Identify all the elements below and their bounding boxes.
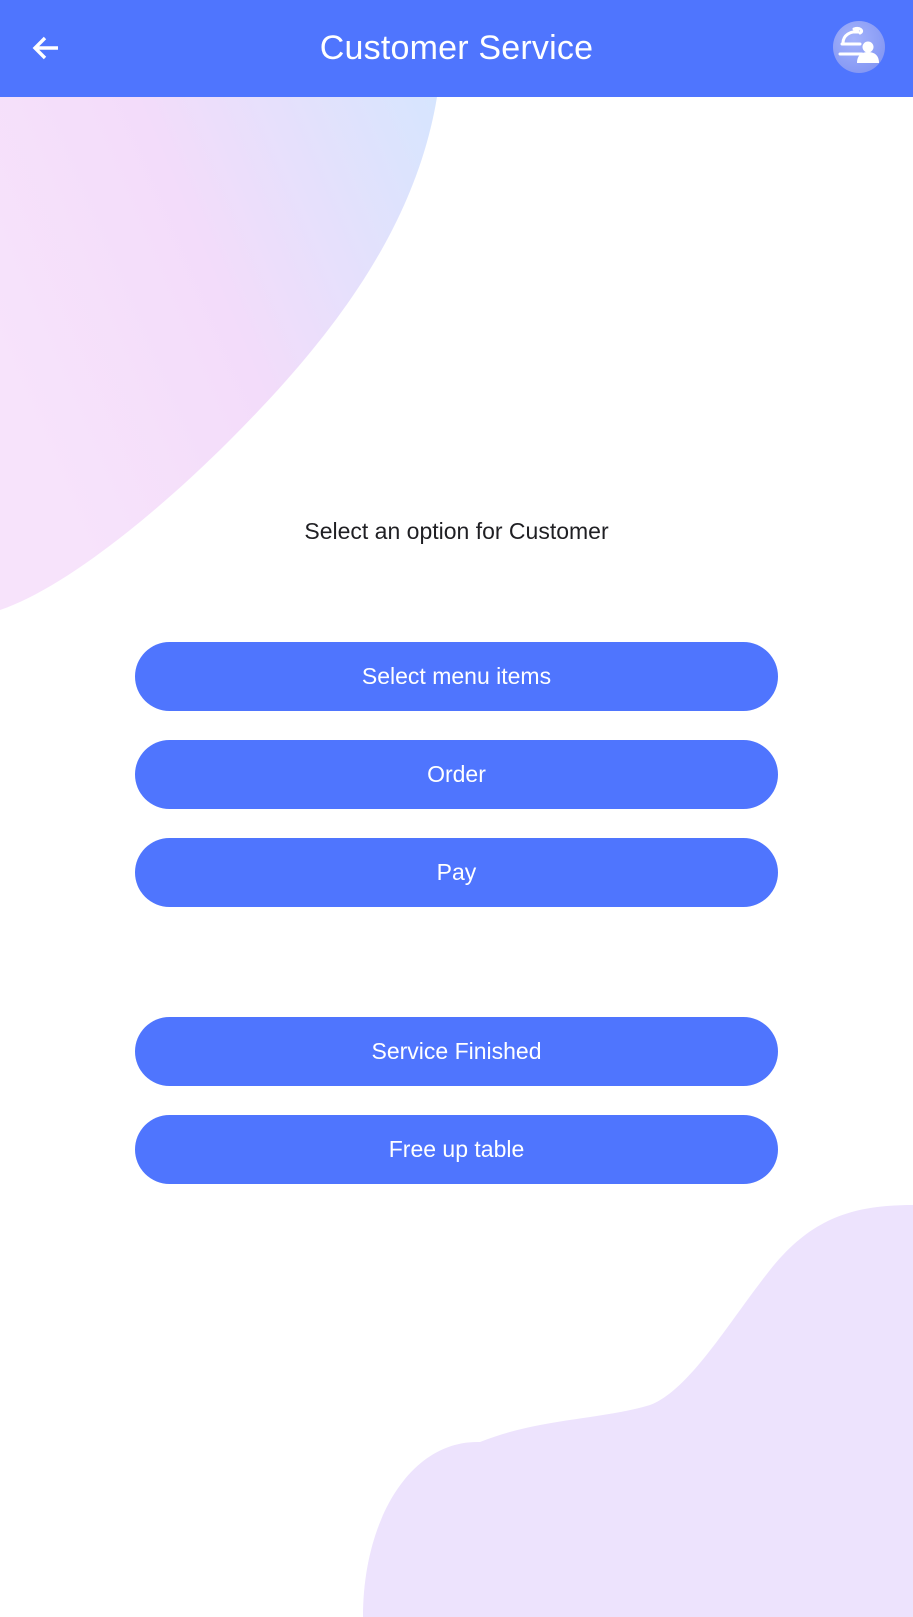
prompt-text: Select an option for Customer: [304, 518, 609, 544]
order-button[interactable]: Order: [135, 740, 778, 809]
page-title: Customer Service: [319, 29, 594, 67]
bottom-right-blob: [363, 1205, 913, 1617]
free-up-table-button[interactable]: Free up table: [135, 1115, 778, 1184]
pay-button[interactable]: Pay: [135, 838, 778, 907]
select-menu-items-button[interactable]: Select menu items: [135, 642, 778, 711]
service-finished-button[interactable]: Service Finished: [135, 1017, 778, 1086]
waiter-serving-icon: [838, 27, 879, 63]
app-bar: Customer Service: [0, 0, 913, 97]
avatar[interactable]: [833, 21, 885, 73]
